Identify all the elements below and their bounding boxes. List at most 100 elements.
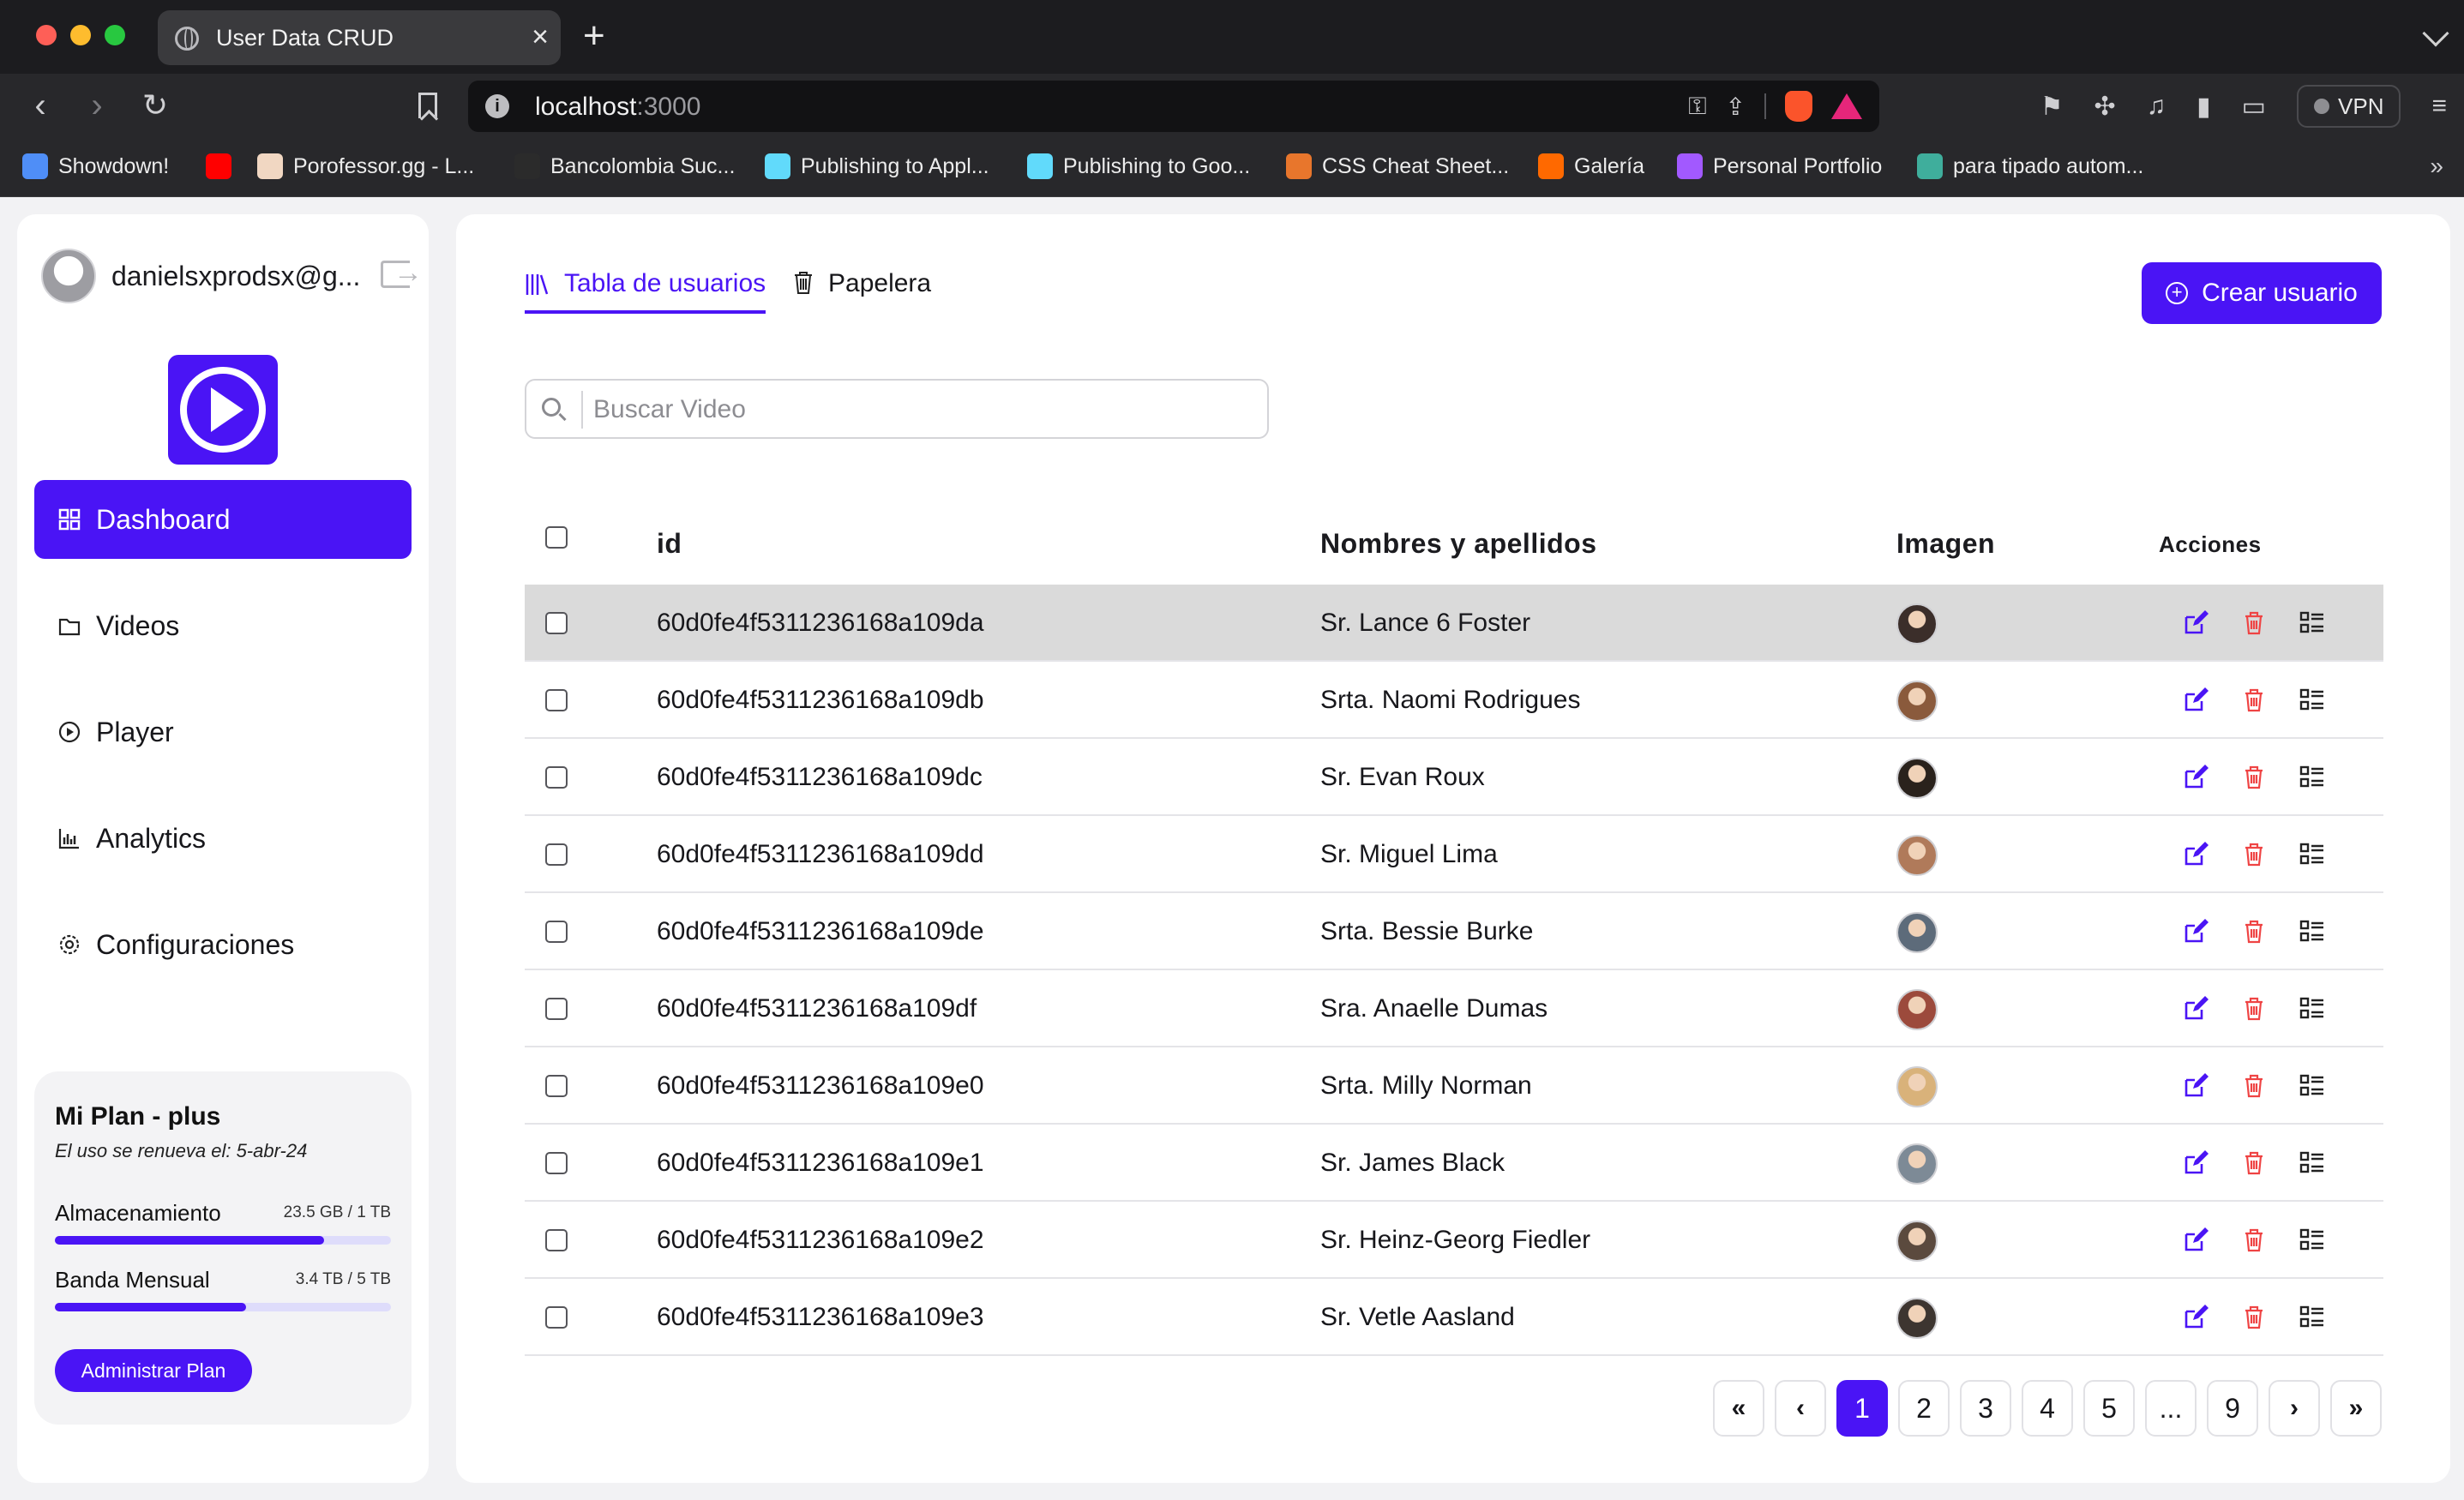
table-row[interactable]: 60d0fe4f5311236168a109e0 Srta. Milly Norm… [525,1047,2383,1125]
delete-icon[interactable] [2241,687,2267,713]
next-page-button[interactable]: › [2269,1380,2320,1437]
reload-button[interactable]: ↻ [134,84,177,127]
row-checkbox[interactable] [545,998,568,1020]
table-row[interactable]: 60d0fe4f5311236168a109db Srta. Naomi Rodr… [525,662,2383,739]
table-row[interactable]: 60d0fe4f5311236168a109e2 Sr. Heinz-Georg … [525,1202,2383,1279]
browser-tab[interactable]: User Data CRUD × [158,10,561,65]
sidebar-item-dashboard[interactable]: Dashboard [34,480,412,559]
edit-icon[interactable] [2183,996,2209,1022]
create-user-button[interactable]: + Crear usuario [2142,262,2382,324]
address-bar[interactable]: i localhost:3000 ⚿ ⇪ [468,81,1879,132]
bookmark-item[interactable]: Personal Portfolio [1677,151,1882,182]
row-checkbox[interactable] [545,1152,568,1174]
delete-icon[interactable] [2241,1150,2267,1176]
sidebar-item-settings[interactable]: Configuraciones [34,905,412,984]
edit-icon[interactable] [2183,687,2209,713]
translate-icon[interactable]: ⚑ [2040,92,2064,122]
wallet-icon[interactable]: ▭ [2242,92,2266,122]
edit-icon[interactable] [2183,1227,2209,1253]
edit-icon[interactable] [2183,1305,2209,1330]
bookmark-item[interactable]: Porofessor.gg - L... [257,151,474,182]
details-icon[interactable] [2299,1073,2325,1099]
select-all-checkbox[interactable] [545,526,568,549]
details-icon[interactable] [2299,687,2325,713]
row-checkbox[interactable] [545,1075,568,1097]
tab-trash[interactable]: Papelera [794,269,931,298]
details-icon[interactable] [2299,1150,2325,1176]
delete-icon[interactable] [2241,996,2267,1022]
bookmark-item[interactable]: Showdown! [22,151,169,182]
media-icon[interactable]: ♫ [2147,92,2167,121]
first-page-button[interactable]: « [1713,1380,1764,1437]
bookmark-item[interactable]: Publishing to Appl... [765,151,989,182]
page-button[interactable]: 1 [1836,1380,1888,1437]
bookmark-icon[interactable] [418,93,437,118]
close-window-button[interactable] [36,25,57,45]
maximize-window-button[interactable] [105,25,125,45]
delete-icon[interactable] [2241,1227,2267,1253]
table-row[interactable]: 60d0fe4f5311236168a109dc Sr. Evan Roux [525,739,2383,816]
new-tab-button[interactable]: + [583,15,605,57]
delete-icon[interactable] [2241,842,2267,867]
details-icon[interactable] [2299,1305,2325,1330]
page-button[interactable]: 9 [2207,1380,2258,1437]
prev-page-button[interactable]: ‹ [1775,1380,1826,1437]
row-checkbox[interactable] [545,612,568,634]
brave-rewards-icon[interactable] [1831,93,1862,119]
bookmark-item[interactable]: CSS Cheat Sheet... [1286,151,1509,182]
bookmark-item[interactable]: Galería [1538,151,1644,182]
more-bookmarks-icon[interactable]: » [2430,153,2443,180]
row-checkbox[interactable] [545,1306,568,1329]
delete-icon[interactable] [2241,610,2267,636]
vpn-button[interactable]: VPN [2297,85,2401,128]
back-button[interactable]: ‹ [19,84,62,127]
table-row[interactable]: 60d0fe4f5311236168a109de Srta. Bessie Bur… [525,893,2383,970]
edit-icon[interactable] [2183,1150,2209,1176]
details-icon[interactable] [2299,610,2325,636]
brave-shields-icon[interactable] [1785,91,1812,122]
delete-icon[interactable] [2241,1305,2267,1330]
table-row[interactable]: 60d0fe4f5311236168a109df Sra. Anaelle Dum… [525,970,2383,1047]
sidebar-item-analytics[interactable]: Analytics [34,799,412,878]
chevron-down-icon[interactable] [2422,20,2449,47]
page-ellipsis[interactable]: ... [2145,1380,2197,1437]
bookmark-item[interactable]: Bancolombia Suc... [514,151,735,182]
table-row[interactable]: 60d0fe4f5311236168a109dd Sr. Miguel Lima [525,816,2383,893]
tab-users-table[interactable]: Tabla de usuarios [525,269,766,314]
page-button[interactable]: 5 [2083,1380,2135,1437]
url-text[interactable]: localhost:3000 [535,93,700,122]
row-checkbox[interactable] [545,843,568,866]
sidebar-item-videos[interactable]: Videos [34,586,412,665]
details-icon[interactable] [2299,996,2325,1022]
forward-button[interactable]: › [75,84,118,127]
share-icon[interactable]: ⇪ [1726,93,1746,121]
row-checkbox[interactable] [545,689,568,711]
row-checkbox[interactable] [545,766,568,789]
minimize-window-button[interactable] [70,25,91,45]
delete-icon[interactable] [2241,765,2267,790]
close-tab-icon[interactable]: × [532,21,549,53]
edit-icon[interactable] [2183,842,2209,867]
manage-plan-button[interactable]: Administrar Plan [55,1349,252,1392]
page-button[interactable]: 3 [1960,1380,2011,1437]
delete-icon[interactable] [2241,1073,2267,1099]
sidebar-toggle-icon[interactable]: ▮ [2197,92,2211,122]
row-checkbox[interactable] [545,921,568,943]
key-icon[interactable]: ⚿ [1688,93,1706,121]
last-page-button[interactable]: » [2330,1380,2382,1437]
sidebar-item-player[interactable]: Player [34,693,412,771]
edit-icon[interactable] [2183,765,2209,790]
row-checkbox[interactable] [545,1229,568,1251]
table-row[interactable]: 60d0fe4f5311236168a109e3 Sr. Vetle Aaslan… [525,1279,2383,1356]
search-input[interactable] [593,391,1245,429]
avatar[interactable] [41,249,96,303]
page-button[interactable]: 2 [1898,1380,1950,1437]
bookmark-item[interactable]: para tipado autom... [1917,151,2143,182]
menu-icon[interactable]: ≡ [2431,92,2447,121]
bookmark-item[interactable] [206,151,231,182]
details-icon[interactable] [2299,842,2325,867]
edit-icon[interactable] [2183,610,2209,636]
table-row[interactable]: 60d0fe4f5311236168a109da Sr. Lance 6 Fost… [525,585,2383,662]
bookmark-item[interactable]: Publishing to Goo... [1027,151,1250,182]
page-button[interactable]: 4 [2022,1380,2073,1437]
